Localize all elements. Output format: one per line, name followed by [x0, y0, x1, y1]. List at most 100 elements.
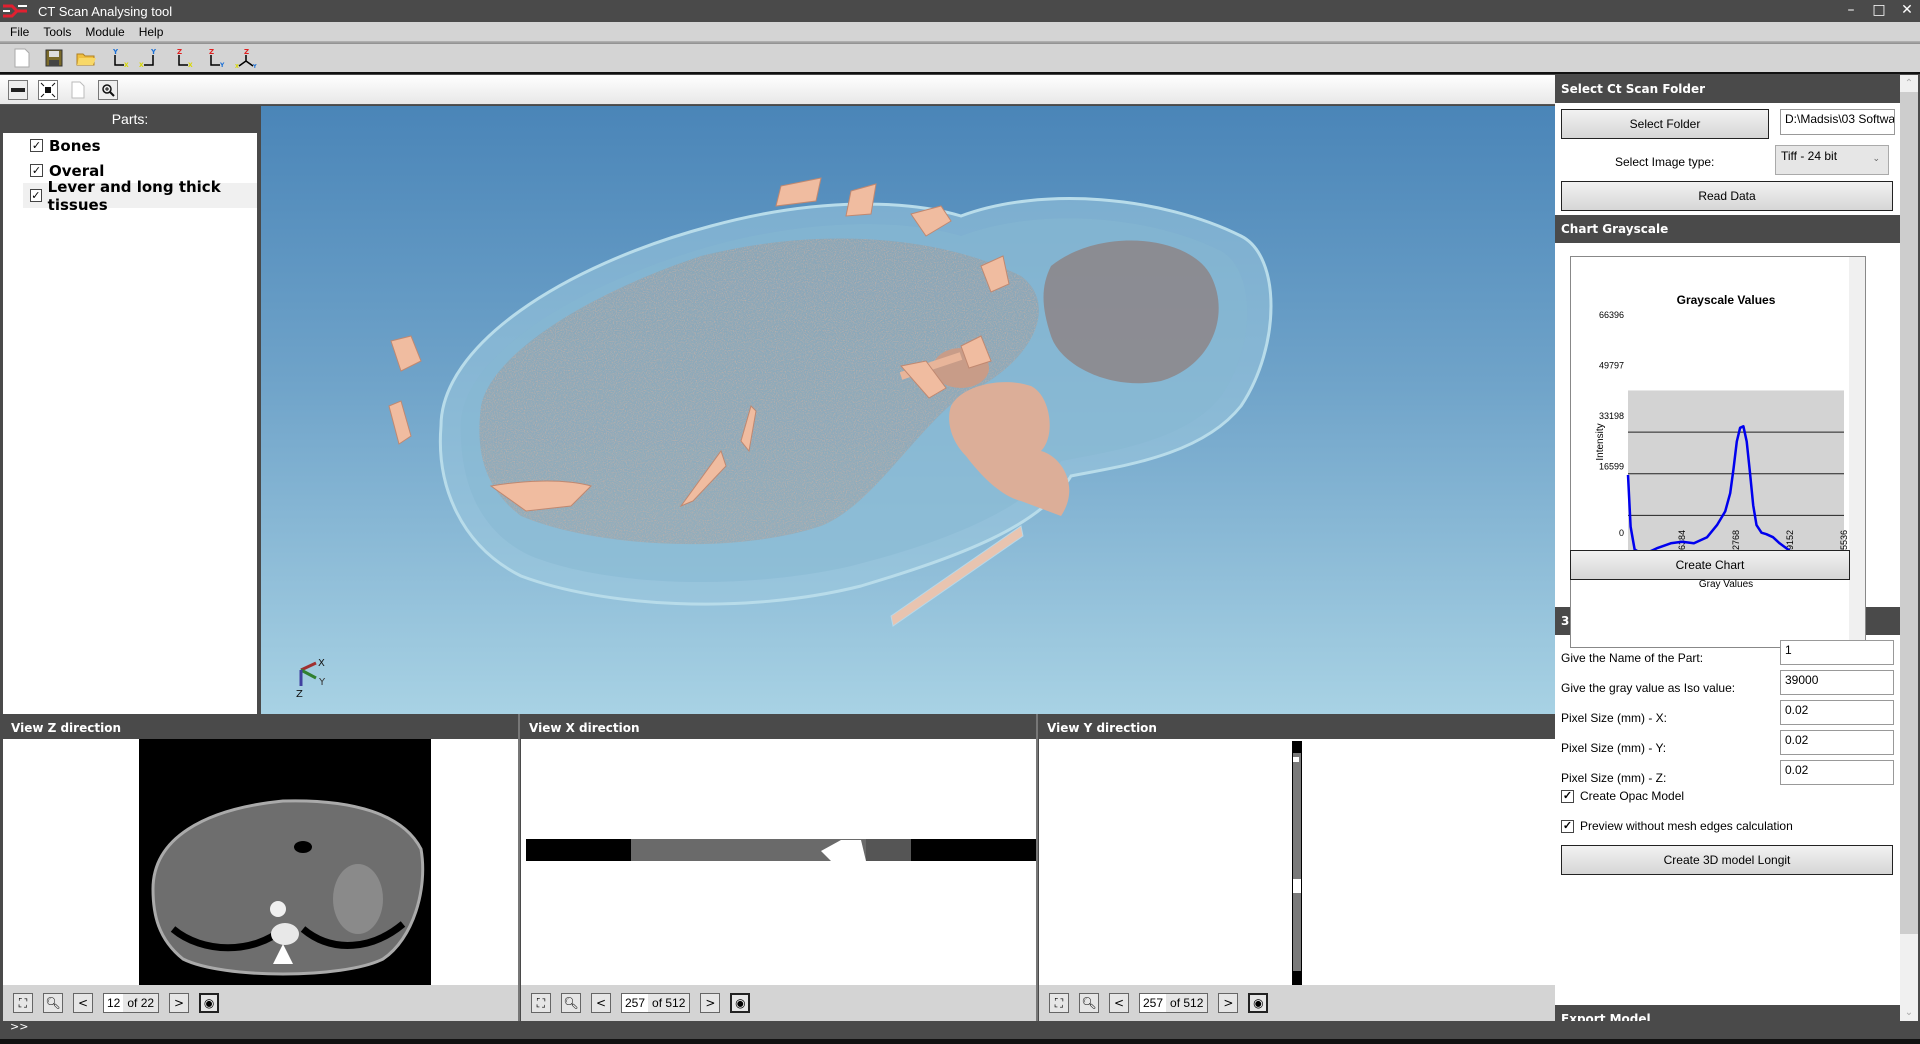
next-slice-button[interactable]: >: [169, 993, 190, 1013]
pixel-size-y-input[interactable]: 0.02: [1780, 730, 1894, 755]
minimize-button[interactable]: –: [1844, 2, 1858, 18]
select-folder-button[interactable]: Select Folder: [1561, 109, 1769, 139]
menu-tools[interactable]: Tools: [43, 25, 71, 39]
y-tick-label: 0: [1619, 528, 1624, 538]
eye-icon[interactable]: ◉: [1248, 993, 1269, 1013]
right-panel-scrollbar[interactable]: ⌃ ⌄: [1900, 75, 1918, 1021]
title-bar: CT Scan Analysing tool – □ ✕: [0, 0, 1920, 22]
preview-checkbox[interactable]: ✓: [1561, 819, 1574, 833]
fit-view-icon[interactable]: ⛶: [1049, 993, 1069, 1013]
fit-view-icon[interactable]: [38, 79, 58, 100]
menu-module[interactable]: Module: [85, 25, 124, 39]
axis-z-label: Z: [296, 689, 303, 700]
view-z-panel: View Z direction ⛶ 🔍︎ < 12 of 22 > ◉: [3, 714, 520, 1021]
slice-pager: 12 of 22: [103, 993, 160, 1013]
chart-grayscale-header: Chart Grayscale: [1555, 215, 1900, 243]
save-icon[interactable]: [42, 46, 66, 70]
open-folder-icon[interactable]: [74, 46, 98, 70]
y-tick-label: 49797: [1599, 360, 1624, 370]
image-type-select[interactable]: Tiff - 24 bit ⌄: [1775, 145, 1889, 175]
part-checkbox[interactable]: ✓: [30, 164, 43, 177]
create-3d-model-button[interactable]: Create 3D model Longit: [1561, 845, 1893, 875]
prev-slice-button[interactable]: <: [591, 993, 611, 1013]
ruler-icon[interactable]: [8, 79, 28, 100]
read-data-button[interactable]: Read Data: [1561, 181, 1893, 211]
svg-text:Z: Z: [209, 48, 214, 56]
view-y-controls: ⛶ 🔍︎ < 257 of 512 > ◉: [1039, 985, 1555, 1021]
eye-icon[interactable]: ◉: [730, 993, 751, 1013]
menu-help[interactable]: Help: [139, 25, 164, 39]
chart-container: Grayscale Values Gray Values Intensity 0…: [1570, 256, 1866, 648]
pixel-size-z-input[interactable]: 0.02: [1780, 760, 1894, 785]
svg-text:X: X: [139, 62, 144, 69]
view-iso-icon[interactable]: Z X Y: [234, 46, 258, 70]
preview-option[interactable]: ✓ Preview without mesh edges calculation: [1561, 819, 1793, 833]
zoom-icon[interactable]: 🔍︎: [1079, 993, 1099, 1013]
slice-total: of 22: [127, 996, 155, 1010]
new-file-icon[interactable]: [10, 46, 34, 70]
3d-viewport[interactable]: X Y Z: [261, 106, 1555, 714]
blank-page-icon[interactable]: [68, 80, 88, 100]
viewport-toolbar: [0, 75, 1555, 105]
svg-text:Y: Y: [219, 62, 225, 69]
close-button[interactable]: ✕: [1900, 2, 1914, 18]
scroll-up-icon[interactable]: ⌃: [1900, 75, 1918, 92]
iso-value-input[interactable]: 39000: [1780, 670, 1894, 695]
chart-title: Grayscale Values: [1677, 293, 1776, 307]
menu-file[interactable]: File: [10, 25, 29, 39]
part-name-label: Give the Name of the Part:: [1561, 651, 1704, 665]
prev-slice-button[interactable]: <: [73, 993, 93, 1013]
svg-text:Y: Y: [252, 64, 257, 69]
part-item-bones[interactable]: ✓ Bones: [3, 133, 257, 158]
view-z-controls: ⛶ 🔍︎ < 12 of 22 > ◉: [3, 985, 518, 1021]
zoom-icon[interactable]: 🔍︎: [43, 993, 63, 1013]
next-slice-button[interactable]: >: [700, 993, 721, 1013]
zoom-icon[interactable]: 🔍︎: [561, 993, 581, 1013]
fit-view-icon[interactable]: ⛶: [531, 993, 551, 1013]
status-strip: [0, 1039, 1920, 1044]
slice-number-input[interactable]: 257: [622, 994, 649, 1012]
svg-text:Y: Y: [150, 48, 157, 56]
image-type-value: Tiff - 24 bit: [1781, 149, 1838, 163]
menu-bar: File Tools Module Help: [0, 22, 1920, 42]
slice-pager: 257 of 512: [621, 993, 691, 1013]
chart-ylabel: Intensity: [1595, 423, 1606, 460]
next-slice-button[interactable]: >: [1218, 993, 1239, 1013]
folder-path-input[interactable]: D:\Madsis\03 Softwa: [1780, 109, 1895, 135]
part-name-input[interactable]: 1: [1780, 640, 1894, 665]
ct-sagittal-slice: [526, 839, 1036, 861]
view-z-image-area[interactable]: [3, 739, 518, 985]
part-checkbox[interactable]: ✓: [30, 139, 43, 152]
view-yx-icon[interactable]: YX: [106, 46, 130, 70]
axes-indicator: X Y Z: [291, 652, 351, 702]
opac-model-checkbox[interactable]: ✓: [1561, 789, 1574, 803]
view-zy-icon[interactable]: ZY: [202, 46, 226, 70]
zoom-icon[interactable]: [98, 79, 118, 100]
3d-model-render: [388, 177, 1273, 627]
view-x-image-area[interactable]: [521, 739, 1036, 985]
svg-text:Y: Y: [112, 48, 119, 56]
view-y-panel: View Y direction ⛶ 🔍︎ < 257 of 512 > ◉: [1039, 714, 1555, 1021]
view-xy-icon[interactable]: YX: [138, 46, 162, 70]
maximize-button[interactable]: □: [1872, 2, 1886, 18]
chart-scrollbar[interactable]: [1849, 257, 1865, 647]
fit-view-icon[interactable]: ⛶: [13, 993, 33, 1013]
pixel-size-z-label: Pixel Size (mm) - Z:: [1561, 771, 1667, 785]
svg-text:X: X: [124, 62, 129, 69]
pixel-size-x-input[interactable]: 0.02: [1780, 700, 1894, 725]
scroll-track[interactable]: [1900, 934, 1918, 1004]
view-zx-icon[interactable]: ZX: [170, 46, 194, 70]
view-y-image-area[interactable]: [1039, 739, 1555, 985]
export-model-header: Export Model: [1555, 1005, 1900, 1021]
part-item-lever-tissues[interactable]: ✓ Lever and long thick tissues: [23, 178, 257, 214]
status-text: >>: [10, 1020, 29, 1033]
opac-model-option[interactable]: ✓ Create Opac Model: [1561, 789, 1684, 803]
scroll-down-icon[interactable]: ⌄: [1900, 1004, 1918, 1021]
prev-slice-button[interactable]: <: [1109, 993, 1129, 1013]
create-chart-button[interactable]: Create Chart: [1570, 550, 1850, 580]
eye-icon[interactable]: ◉: [199, 993, 220, 1013]
part-checkbox[interactable]: ✓: [30, 189, 42, 202]
slice-number-input[interactable]: 257: [1140, 994, 1167, 1012]
slice-number-input[interactable]: 12: [104, 994, 124, 1012]
part-label: Bones: [49, 136, 101, 155]
